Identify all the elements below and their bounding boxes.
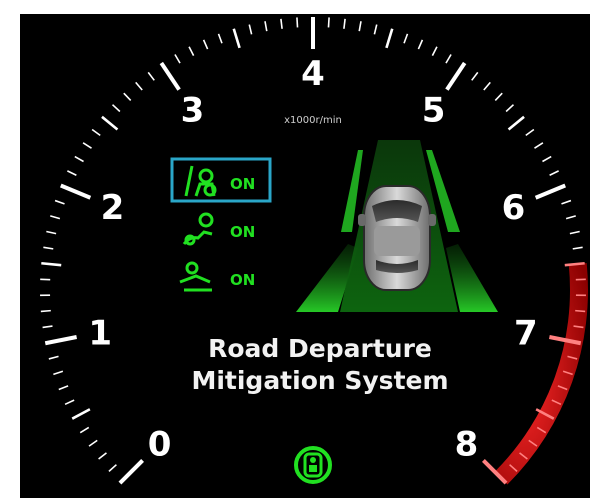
caption-line-2: Mitigation System bbox=[191, 366, 448, 395]
instrument-cluster: 0 1 2 3 4 5 6 7 8 x1000r/min ON ON ON Road Depar… bbox=[0, 0, 603, 498]
scale-number-5: 5 bbox=[422, 91, 446, 131]
scale-number-7: 7 bbox=[514, 313, 538, 353]
scale-number-0: 0 bbox=[148, 424, 172, 464]
vehicle-icon bbox=[358, 185, 436, 291]
scale-number-6: 6 bbox=[502, 188, 526, 228]
status-value-seat: ON bbox=[230, 271, 255, 289]
tick-mark bbox=[327, 17, 330, 28]
status-value-lane-keep: ON bbox=[230, 175, 255, 193]
caption-line-1: Road Departure bbox=[208, 334, 432, 363]
tick-mark bbox=[575, 309, 586, 313]
rpm-unit-label: x1000r/min bbox=[284, 115, 342, 126]
tick-mark bbox=[40, 309, 51, 313]
scale-number-1: 1 bbox=[88, 313, 112, 353]
scale-number-8: 8 bbox=[455, 424, 479, 464]
status-value-steering: ON bbox=[230, 223, 255, 241]
tick-mark bbox=[296, 17, 299, 28]
scale-number-3: 3 bbox=[181, 91, 205, 131]
scale-number-2: 2 bbox=[101, 188, 125, 228]
scale-number-4: 4 bbox=[301, 54, 325, 94]
